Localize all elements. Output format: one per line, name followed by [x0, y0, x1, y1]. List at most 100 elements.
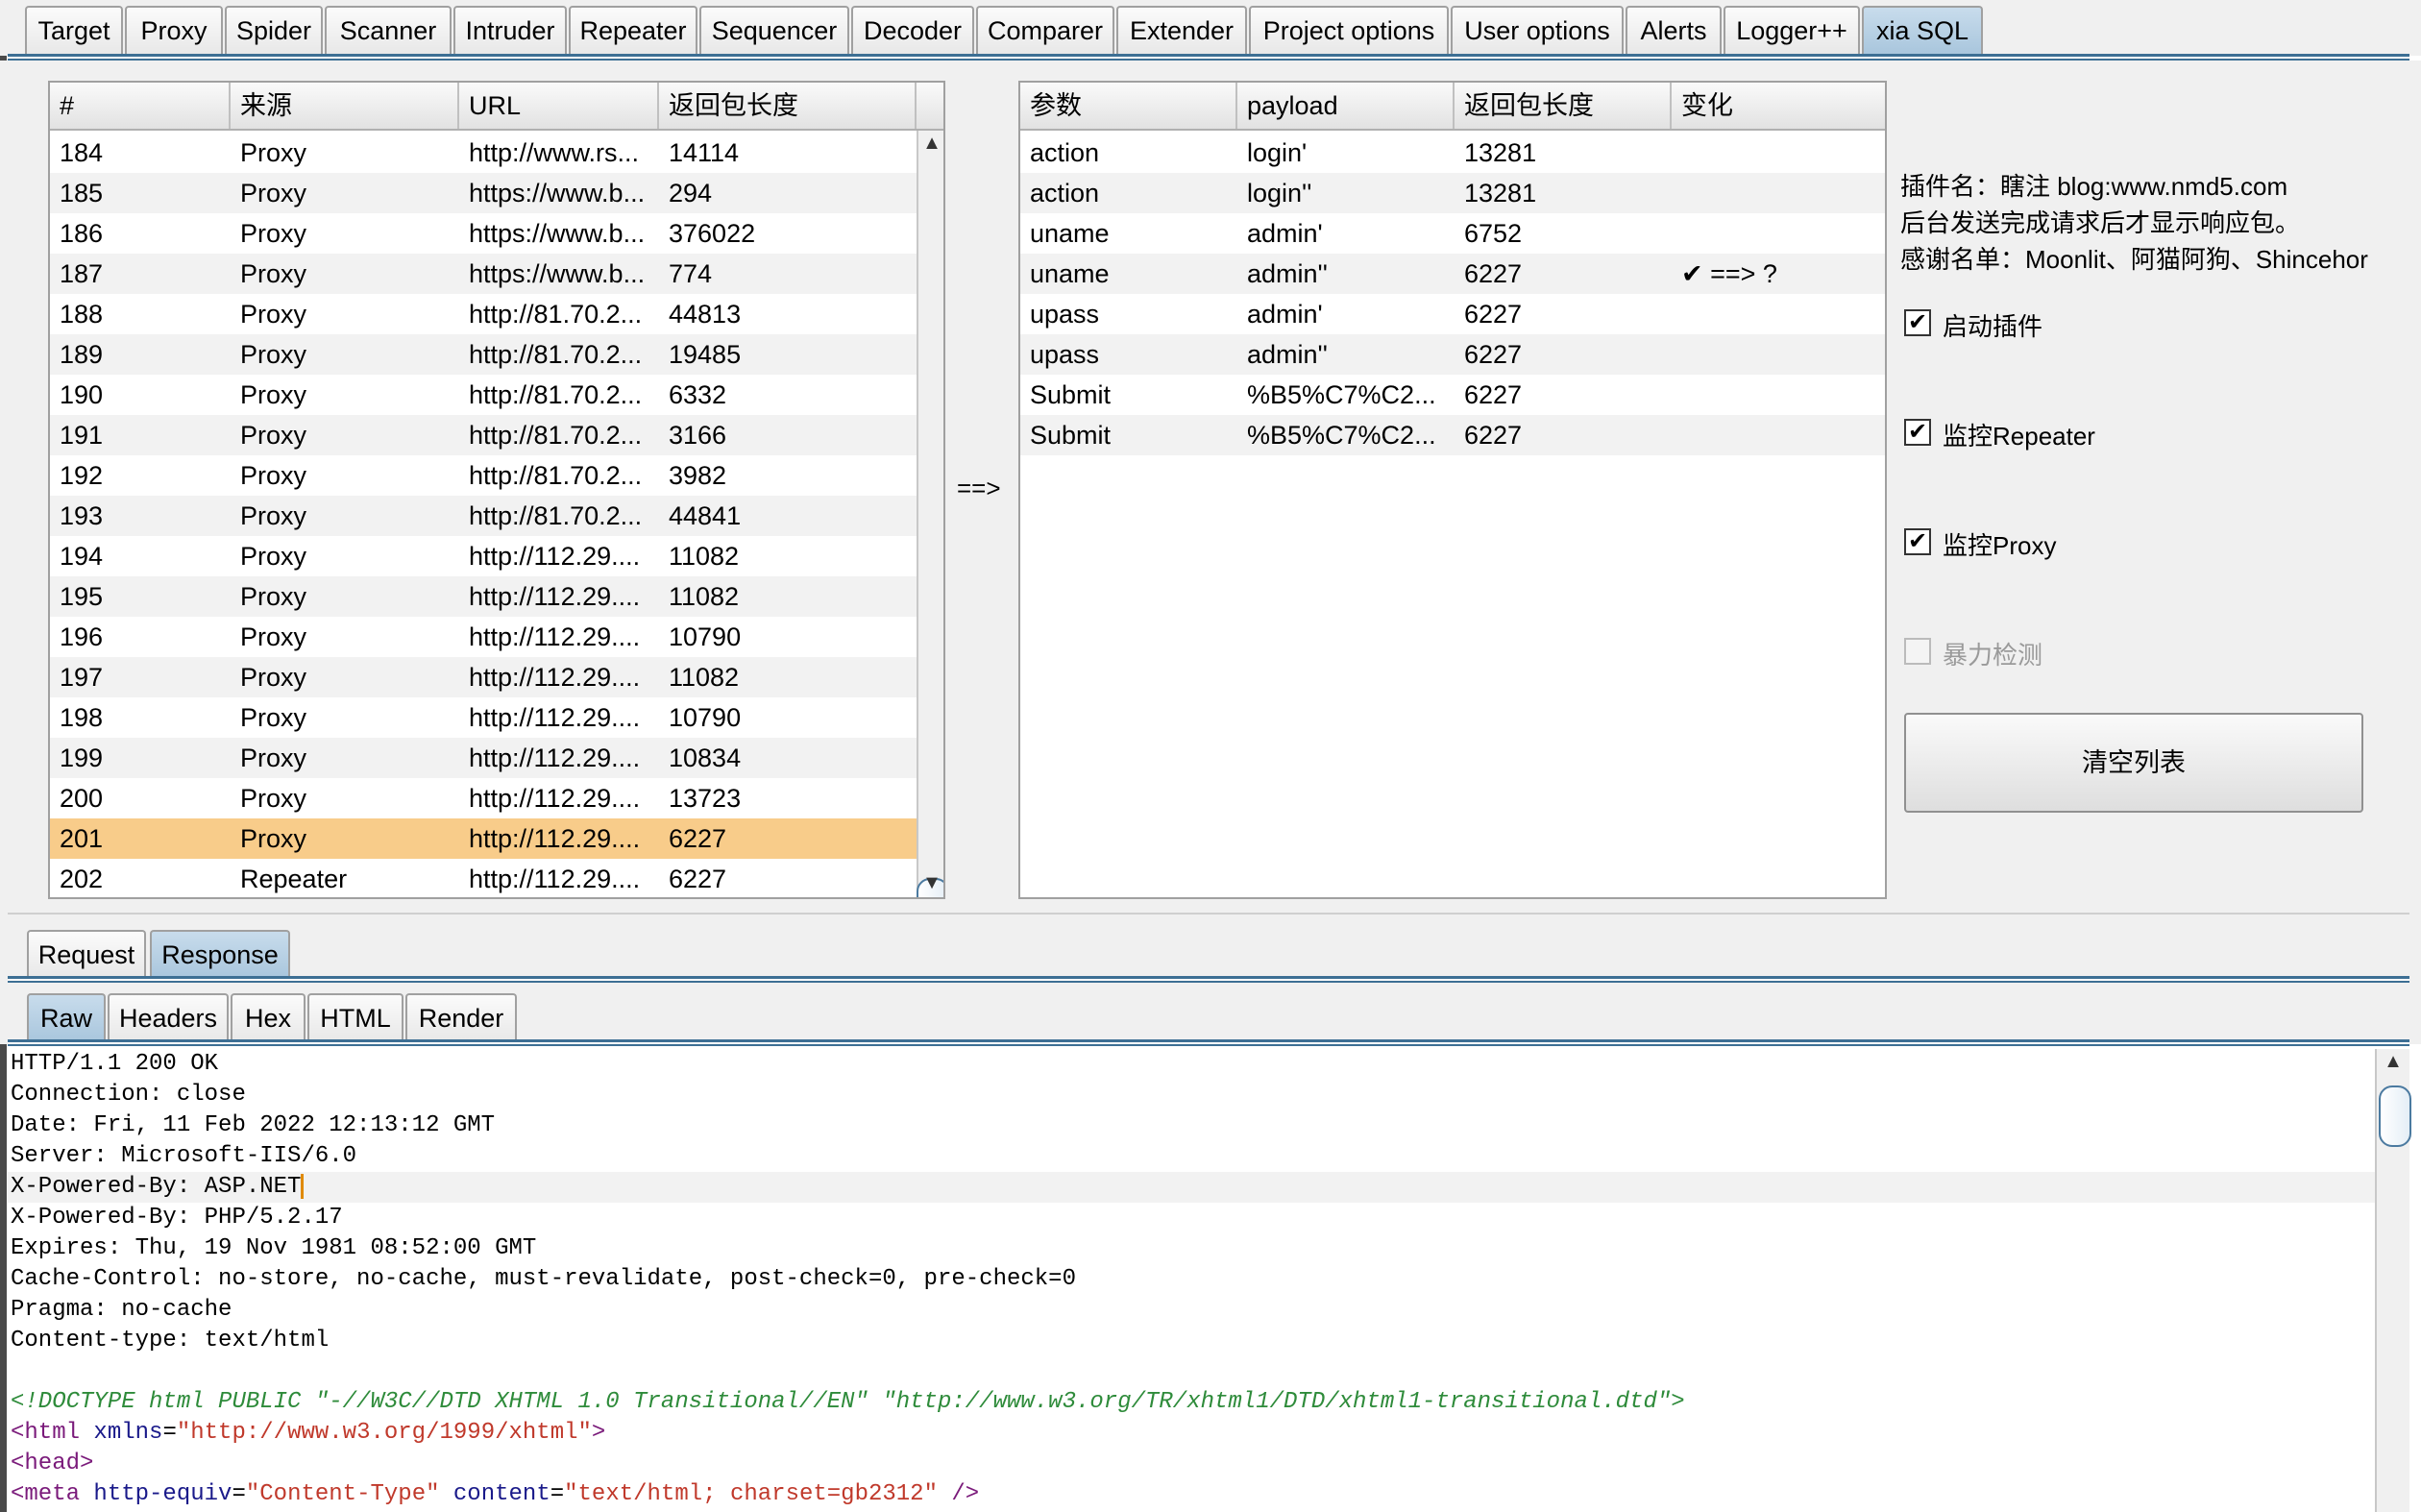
table-cell: 199 — [60, 744, 104, 772]
response-line: HTTP/1.1 200 OK — [11, 1051, 219, 1077]
monitor-repeater-label: 监控Repeater — [1943, 422, 2095, 451]
response-scrollbar-thumb[interactable] — [2379, 1085, 2411, 1147]
tab-hex[interactable]: Hex — [231, 993, 306, 1041]
table-row[interactable]: 200 Proxy http://112.29.... 13723 — [50, 778, 917, 818]
tab-target[interactable]: Target — [25, 6, 123, 54]
tab-user-options[interactable]: User options — [1451, 6, 1624, 54]
response-scroll-up-icon[interactable]: ▲ — [2377, 1051, 2409, 1073]
table-row[interactable]: 197 Proxy http://112.29.... 11082 — [50, 657, 917, 697]
tab-render[interactable]: Render — [405, 993, 517, 1041]
table-row[interactable]: uname admin' 6752 — [1020, 213, 1885, 254]
table-row[interactable]: 198 Proxy http://112.29.... 10790 — [50, 697, 917, 738]
table-row[interactable]: 184 Proxy http://www.rs... 14114 — [50, 133, 917, 173]
table-row[interactable]: upass admin'' 6227 — [1020, 334, 1885, 375]
response-line: Pragma: no-cache — [11, 1297, 232, 1323]
monitor-repeater-checkbox[interactable]: ✔ — [1904, 419, 1931, 446]
table-row[interactable]: 187 Proxy https://www.b... 774 — [50, 254, 917, 294]
table-cell: 11082 — [669, 663, 740, 692]
tab-project-options[interactable]: Project options — [1249, 6, 1449, 54]
table-row[interactable]: 192 Proxy http://81.70.2... 3982 — [50, 455, 917, 496]
tab-extender[interactable]: Extender — [1116, 6, 1247, 54]
tab-sequencer[interactable]: Sequencer — [699, 6, 849, 54]
tab-raw[interactable]: Raw — [27, 993, 106, 1041]
table-row[interactable]: upass admin' 6227 — [1020, 294, 1885, 334]
column-header-response-length[interactable]: 返回包长度 — [1455, 83, 1672, 129]
table-cell: http://112.29.... — [469, 703, 641, 732]
tab-decoder[interactable]: Decoder — [851, 6, 974, 54]
table-row[interactable]: 193 Proxy http://81.70.2... 44841 — [50, 496, 917, 536]
table-cell: Proxy — [240, 784, 307, 813]
table-row[interactable]: 185 Proxy https://www.b... 294 — [50, 173, 917, 213]
table-cell: Proxy — [240, 259, 307, 288]
table-row[interactable]: 194 Proxy http://112.29.... 11082 — [50, 536, 917, 576]
tab-xia-sql[interactable]: xia SQL — [1862, 6, 1983, 54]
tab-html[interactable]: HTML — [307, 993, 404, 1041]
table-row[interactable]: 189 Proxy http://81.70.2... 19485 — [50, 334, 917, 375]
tab-scanner[interactable]: Scanner — [325, 6, 452, 54]
table-row[interactable]: 190 Proxy http://81.70.2... 6332 — [50, 375, 917, 415]
clear-list-button[interactable]: 清空列表 — [1904, 713, 2363, 813]
table-row[interactable]: action login'' 13281 — [1020, 173, 1885, 213]
history-scrollbar[interactable]: ▲ ▼ — [917, 131, 943, 897]
table-cell: 196 — [60, 622, 104, 651]
tab-repeater[interactable]: Repeater — [569, 6, 697, 54]
column-header-payload[interactable]: payload — [1237, 83, 1455, 129]
table-cell: https://www.b... — [469, 179, 646, 207]
table-row[interactable]: action login' 13281 — [1020, 133, 1885, 173]
table-row[interactable]: uname admin'' 6227 ✔ ==> ? — [1020, 254, 1885, 294]
response-text-area[interactable]: HTTP/1.1 200 OK Connection: close Date: Fr… — [8, 1049, 2375, 1512]
table-row[interactable]: Submit %B5%C7%C2... 6227 — [1020, 415, 1885, 455]
column-header-url[interactable]: URL — [459, 83, 659, 129]
table-row[interactable]: Submit %B5%C7%C2... 6227 — [1020, 375, 1885, 415]
table-cell: 6227 — [1464, 380, 1523, 409]
table-cell: %B5%C7%C2... — [1247, 380, 1436, 409]
table-cell: ✔ ==> ? — [1681, 259, 1777, 288]
monitor-proxy-checkbox[interactable]: ✔ — [1904, 528, 1931, 555]
column-header-param[interactable]: 参数 — [1020, 83, 1237, 129]
arrow-label: ==> — [957, 474, 1001, 502]
brute-force-checkbox[interactable] — [1904, 638, 1931, 665]
table-cell: 3982 — [669, 461, 727, 490]
table-cell: Proxy — [240, 501, 307, 530]
table-cell: 200 — [60, 784, 104, 813]
table-cell: Submit — [1030, 421, 1112, 450]
table-cell: 6227 — [1464, 421, 1523, 450]
response-line: X-Powered-By: PHP/5.2.17 — [11, 1205, 343, 1231]
column-header-index[interactable]: # — [50, 83, 231, 129]
table-row[interactable]: 196 Proxy http://112.29.... 10790 — [50, 617, 917, 657]
tab-request[interactable]: Request — [27, 930, 146, 978]
table-row[interactable]: 195 Proxy http://112.29.... 11082 — [50, 576, 917, 617]
table-cell: 6332 — [669, 380, 727, 409]
response-scrollbar[interactable]: ▲ — [2375, 1049, 2411, 1512]
text-cursor — [301, 1173, 305, 1199]
table-row[interactable]: 191 Proxy http://81.70.2... 3166 — [50, 415, 917, 455]
table-cell: Proxy — [240, 461, 307, 490]
table-cell: https://www.b... — [469, 219, 646, 248]
table-cell: 10790 — [669, 622, 742, 651]
scroll-down-icon[interactable]: ▼ — [918, 872, 943, 894]
table-cell: Proxy — [240, 582, 307, 611]
table-row[interactable]: 199 Proxy http://112.29.... 10834 — [50, 738, 917, 778]
tab-logger[interactable]: Logger++ — [1724, 6, 1860, 54]
column-header-length[interactable]: 返回包长度 — [659, 83, 917, 129]
tab-alerts[interactable]: Alerts — [1626, 6, 1722, 54]
table-row[interactable]: 186 Proxy https://www.b... 376022 — [50, 213, 917, 254]
table-cell: 185 — [60, 179, 104, 207]
table-cell: 6227 — [1464, 340, 1523, 369]
tab-comparer[interactable]: Comparer — [976, 6, 1114, 54]
scroll-up-icon[interactable]: ▲ — [918, 133, 943, 155]
tab-proxy[interactable]: Proxy — [125, 6, 223, 54]
response-line: Content-type: text/html — [11, 1328, 330, 1353]
tab-headers[interactable]: Headers — [108, 993, 229, 1041]
column-header-change[interactable]: 变化 — [1672, 83, 1885, 129]
table-row[interactable]: 188 Proxy http://81.70.2... 44813 — [50, 294, 917, 334]
tab-intruder[interactable]: Intruder — [453, 6, 567, 54]
column-header-source[interactable]: 来源 — [231, 83, 459, 129]
tab-response[interactable]: Response — [150, 930, 290, 978]
enable-plugin-checkbox[interactable]: ✔ — [1904, 309, 1931, 336]
monitor-proxy-label: 监控Proxy — [1943, 531, 2057, 560]
tab-spider[interactable]: Spider — [225, 6, 323, 54]
table-row[interactable]: 201 Proxy http://112.29.... 6227 — [50, 818, 917, 859]
table-row[interactable]: 202 Repeater http://112.29.... 6227 — [50, 859, 917, 897]
response-line: Cache-Control: no-store, no-cache, must-… — [11, 1266, 1076, 1292]
